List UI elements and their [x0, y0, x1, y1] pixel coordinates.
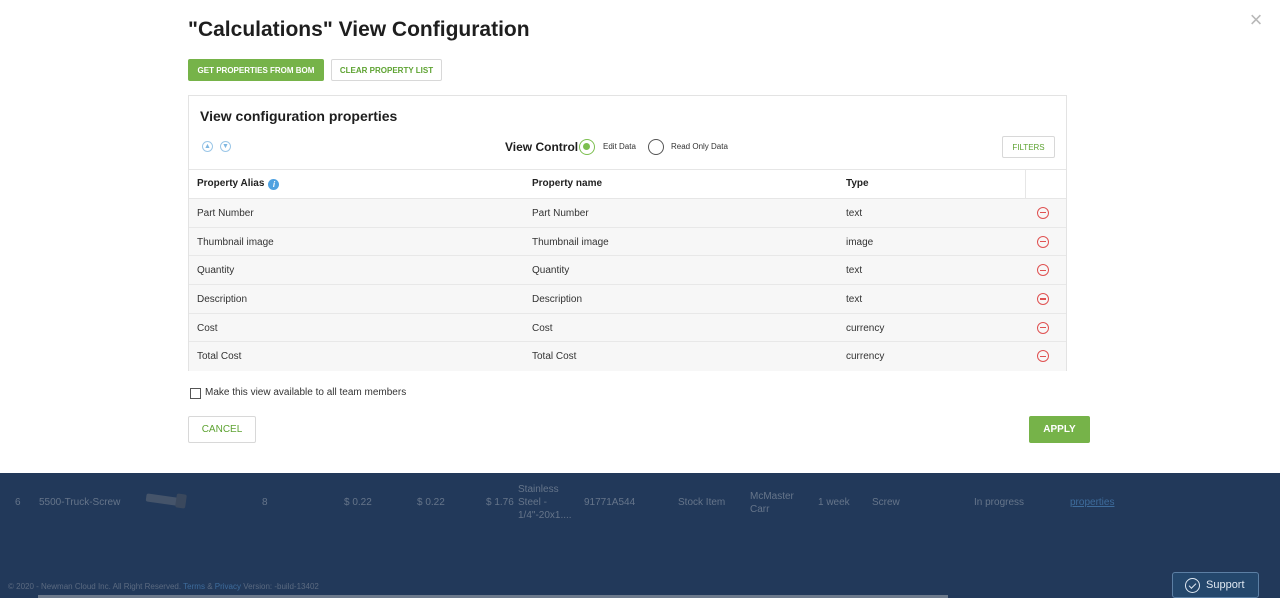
share-view-label: Make this view available to all team mem… — [205, 387, 407, 398]
support-icon — [1185, 577, 1200, 593]
cell-alias: Total Cost — [197, 351, 242, 363]
cell-type: text — [846, 265, 863, 277]
remove-row-icon[interactable] — [1037, 264, 1049, 277]
privacy-link[interactable]: Privacy — [215, 582, 241, 591]
cell-type: currency — [846, 351, 885, 363]
apply-button[interactable]: APPLY — [1029, 416, 1090, 443]
remove-row-icon[interactable] — [1037, 350, 1049, 363]
table-row: Total Cost Total Cost currency — [189, 342, 1066, 372]
row-status: In progress — [974, 497, 1025, 508]
remove-row-icon[interactable] — [1037, 321, 1049, 334]
header-property-alias: Property Alias i — [197, 178, 280, 190]
remove-row-icon[interactable] — [1037, 235, 1049, 248]
cell-name: Thumbnail image — [532, 236, 609, 248]
cell-name: Description — [532, 294, 583, 306]
row-cost-2: $ 0.22 — [417, 497, 445, 508]
support-button[interactable]: Support — [1172, 572, 1259, 598]
cell-alias: Thumbnail image — [197, 236, 274, 248]
cell-alias: Cost — [197, 322, 218, 334]
cell-alias: Part Number — [197, 208, 254, 219]
row-vendor-1: McMaster — [750, 491, 794, 502]
table-row: Part Number Part Number text — [189, 199, 1066, 228]
row-description-2: Steel - — [518, 497, 547, 508]
row-vendor-2: Carr — [750, 504, 770, 515]
table-row: Description Description text — [189, 285, 1066, 314]
cell-type: image — [846, 236, 874, 248]
row-description-1: Stainless — [518, 484, 559, 495]
header-property-alias-label: Property Alias — [197, 178, 265, 189]
row-cost: $ 0.22 — [344, 497, 372, 508]
row-lead-time: 1 week — [818, 497, 850, 508]
row-total: $ 1.76 — [486, 497, 514, 508]
view-configuration-panel: View configuration properties ▲ ▼ View C… — [188, 95, 1067, 372]
table-header: Property Alias i Property name Type — [189, 169, 1066, 199]
cell-alias: Description — [197, 294, 248, 306]
header-property-name: Property name — [532, 178, 603, 189]
cell-name: Part Number — [532, 208, 589, 219]
row-pn: 91771A544 — [584, 497, 636, 508]
info-icon[interactable]: i — [268, 179, 280, 190]
row-quantity: 8 — [262, 497, 268, 508]
support-label: Support — [1206, 579, 1245, 591]
version-text: Version: -build-13402 — [243, 582, 319, 591]
read-only-data-radio[interactable] — [648, 139, 664, 155]
row-category: Screw — [872, 497, 900, 508]
terms-link[interactable]: Terms — [183, 582, 205, 591]
view-configuration-modal: × "Calculations" View Configuration GET … — [0, 0, 1280, 473]
close-icon[interactable]: × — [1246, 9, 1266, 31]
row-properties-link[interactable]: properties — [1070, 497, 1114, 508]
panel-title: View configuration properties — [200, 108, 398, 124]
move-down-icon[interactable]: ▼ — [220, 141, 231, 152]
cell-type: text — [846, 208, 863, 219]
edit-data-label: Edit Data — [603, 142, 636, 151]
cell-name: Quantity — [532, 265, 570, 277]
remove-row-icon[interactable] — [1037, 293, 1049, 306]
row-thumbnail — [145, 492, 188, 512]
properties-table: Property Alias i Property name Type Part … — [189, 169, 1066, 372]
modal-title: "Calculations" View Configuration — [188, 18, 530, 41]
view-control-label: View Control — [505, 140, 579, 154]
row-stock: Stock Item — [678, 497, 726, 508]
cell-alias: Quantity — [197, 265, 235, 277]
row-part-number: 5500-Truck-Screw — [39, 497, 121, 508]
read-only-data-label: Read Only Data — [671, 142, 728, 151]
table-row: 6 5500-Truck-Screw 8 $ 0.22 $ 0.22 $ 1.7… — [0, 478, 1280, 528]
row-index: 6 — [15, 497, 21, 508]
cancel-button[interactable]: CANCEL — [188, 416, 256, 443]
copyright-text: © 2020 - Newman Cloud Inc. All Right Res… — [8, 582, 182, 591]
amp-text: & — [207, 582, 213, 591]
cell-type: currency — [846, 322, 885, 334]
header-type: Type — [846, 178, 869, 189]
share-view-checkbox[interactable] — [190, 388, 201, 399]
table-row: Quantity Quantity text — [189, 256, 1066, 286]
page-footer: © 2020 - Newman Cloud Inc. All Right Res… — [8, 582, 319, 591]
filters-button[interactable]: FILTERS — [1002, 136, 1055, 158]
row-description-3: 1/4"-20x1.... — [518, 510, 572, 521]
cell-type: text — [846, 294, 863, 306]
cell-name: Cost — [532, 322, 553, 334]
cell-name: Total Cost — [532, 351, 577, 363]
clear-property-list-button[interactable]: CLEAR PROPERTY LIST — [331, 59, 442, 81]
table-row: Cost Cost currency — [189, 313, 1066, 343]
get-properties-from-bom-button[interactable]: GET PROPERTIES FROM BOM — [188, 59, 324, 81]
table-row: Thumbnail image Thumbnail image image — [189, 227, 1066, 257]
remove-row-icon[interactable] — [1037, 207, 1049, 219]
move-up-icon[interactable]: ▲ — [202, 141, 213, 152]
edit-data-radio[interactable] — [579, 139, 595, 155]
